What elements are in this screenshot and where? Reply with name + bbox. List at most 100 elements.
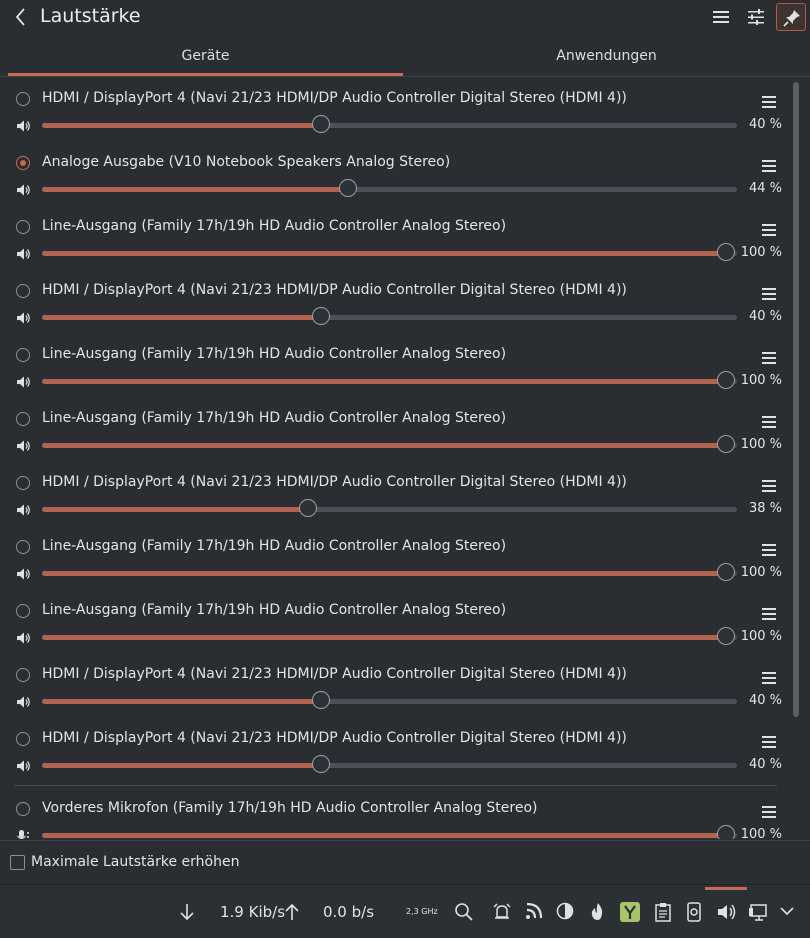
device-radio[interactable]: [16, 412, 30, 426]
speaker-icon[interactable]: [16, 310, 32, 324]
hamburger-menu-icon[interactable]: [762, 157, 776, 172]
hamburger-menu-icon[interactable]: [762, 803, 776, 818]
volume-slider[interactable]: [42, 115, 737, 133]
hamburger-menu-icon[interactable]: [762, 285, 776, 300]
search-icon[interactable]: [454, 885, 474, 938]
device-radio[interactable]: [16, 156, 30, 170]
alarm-icon[interactable]: [492, 885, 512, 938]
volume-slider[interactable]: [42, 755, 737, 773]
volume-slider[interactable]: [42, 691, 737, 709]
device-radio[interactable]: [16, 732, 30, 746]
device-radio[interactable]: [16, 348, 30, 362]
flame-icon[interactable]: [588, 885, 608, 938]
device-name: HDMI / DisplayPort 4 (Navi 21/23 HDMI/DP…: [42, 730, 627, 746]
volume-slider[interactable]: [42, 499, 737, 517]
volume-slider[interactable]: [42, 243, 737, 261]
speaker-icon[interactable]: [16, 118, 32, 132]
active-indicator: [705, 887, 747, 890]
speaker-icon[interactable]: [16, 374, 32, 388]
hamburger-menu-icon[interactable]: [762, 413, 776, 428]
volume-fill: [42, 571, 726, 576]
upload-rate: 0.0 b/s: [323, 903, 375, 921]
volume-handle[interactable]: [312, 755, 330, 773]
volume-slider[interactable]: [42, 435, 737, 453]
speaker-icon[interactable]: [716, 885, 736, 938]
hamburger-menu-icon[interactable]: [762, 733, 776, 748]
divider: [0, 840, 810, 841]
volume-handle[interactable]: [717, 825, 735, 839]
header: Lautstärke: [0, 0, 810, 36]
volume-percent: 40 %: [748, 117, 782, 132]
speaker-icon[interactable]: [16, 566, 32, 580]
speaker-icon[interactable]: [16, 502, 32, 516]
hamburger-menu-icon[interactable]: [762, 669, 776, 684]
hamburger-menu-icon[interactable]: [762, 477, 776, 492]
speaker-icon[interactable]: [16, 182, 32, 196]
speaker-icon[interactable]: [16, 438, 32, 452]
device-radio[interactable]: [16, 220, 30, 234]
device-radio[interactable]: [16, 476, 30, 490]
device-radio[interactable]: [16, 540, 30, 554]
volume-slider[interactable]: [42, 307, 737, 325]
speaker-icon[interactable]: [16, 630, 32, 644]
tab-bar: Geräte Anwendungen: [0, 40, 810, 77]
clipboard-icon[interactable]: [654, 885, 672, 938]
pin-icon[interactable]: [776, 3, 806, 31]
speaker-icon[interactable]: [16, 694, 32, 708]
speaker-icon[interactable]: [16, 758, 32, 772]
volume-slider[interactable]: [42, 627, 737, 645]
volume-handle[interactable]: [717, 435, 735, 453]
rss-icon[interactable]: [525, 885, 543, 938]
speaker-icon[interactable]: [16, 246, 32, 260]
volume-fill: [42, 315, 321, 320]
device-row: Analoge Ausgabe (V10 Notebook Speakers A…: [0, 145, 790, 209]
device-radio[interactable]: [16, 92, 30, 106]
volume-percent: 100 %: [740, 437, 782, 452]
device-row: Line-Ausgang (Family 17h/19h HD Audio Co…: [0, 337, 790, 401]
volume-handle[interactable]: [717, 243, 735, 261]
volume-handle[interactable]: [312, 307, 330, 325]
microphone-icon[interactable]: [16, 828, 32, 839]
raise-max-volume-checkbox[interactable]: [10, 855, 25, 870]
settings-sliders-icon[interactable]: [741, 3, 771, 31]
tab-applications[interactable]: Anwendungen: [405, 40, 808, 76]
volume-slider[interactable]: [42, 179, 737, 197]
volume-slider[interactable]: [42, 563, 737, 581]
cpu-frequency: 2,3 GHz: [406, 907, 438, 916]
device-row: HDMI / DisplayPort 4 (Navi 21/23 HDMI/DP…: [0, 465, 790, 529]
yakuake-icon[interactable]: [620, 885, 640, 938]
device-row: HDMI / DisplayPort 4 (Navi 21/23 HDMI/DP…: [0, 273, 790, 337]
volume-percent: 100 %: [740, 373, 782, 388]
display-icon[interactable]: [748, 885, 768, 938]
raise-max-volume-label: Maximale Lautstärke erhöhen: [31, 854, 240, 870]
volume-percent: 40 %: [748, 757, 782, 772]
volume-handle[interactable]: [717, 563, 735, 581]
volume-handle[interactable]: [312, 691, 330, 709]
moon-icon[interactable]: [556, 885, 574, 938]
device-radio[interactable]: [16, 668, 30, 682]
device-radio[interactable]: [16, 604, 30, 618]
download-rate: 1.9 Kib/s: [220, 903, 286, 921]
hamburger-menu-icon[interactable]: [762, 605, 776, 620]
hamburger-menu-icon[interactable]: [706, 3, 736, 31]
volume-slider[interactable]: [42, 825, 737, 839]
scrollbar[interactable]: [793, 82, 799, 717]
hamburger-menu-icon[interactable]: [762, 349, 776, 364]
device-radio[interactable]: [16, 802, 30, 816]
volume-handle[interactable]: [298, 499, 317, 517]
hamburger-menu-icon[interactable]: [762, 541, 776, 556]
taskbar: 1.9 Kib/s 0.0 b/s 2,3 GHz: [0, 884, 810, 938]
volume-handle[interactable]: [339, 179, 357, 197]
back-arrow-icon[interactable]: [10, 4, 32, 30]
volume-slider[interactable]: [42, 371, 737, 389]
volume-handle[interactable]: [717, 371, 735, 389]
volume-handle[interactable]: [312, 115, 330, 133]
hamburger-menu-icon[interactable]: [762, 221, 776, 236]
device-radio[interactable]: [16, 284, 30, 298]
device-icon[interactable]: [686, 885, 702, 938]
volume-handle[interactable]: [717, 627, 735, 645]
upload-arrow-icon: [283, 885, 301, 938]
chevron-down-icon[interactable]: [779, 885, 795, 938]
tab-devices[interactable]: Geräte: [8, 40, 403, 76]
hamburger-menu-icon[interactable]: [762, 93, 776, 108]
